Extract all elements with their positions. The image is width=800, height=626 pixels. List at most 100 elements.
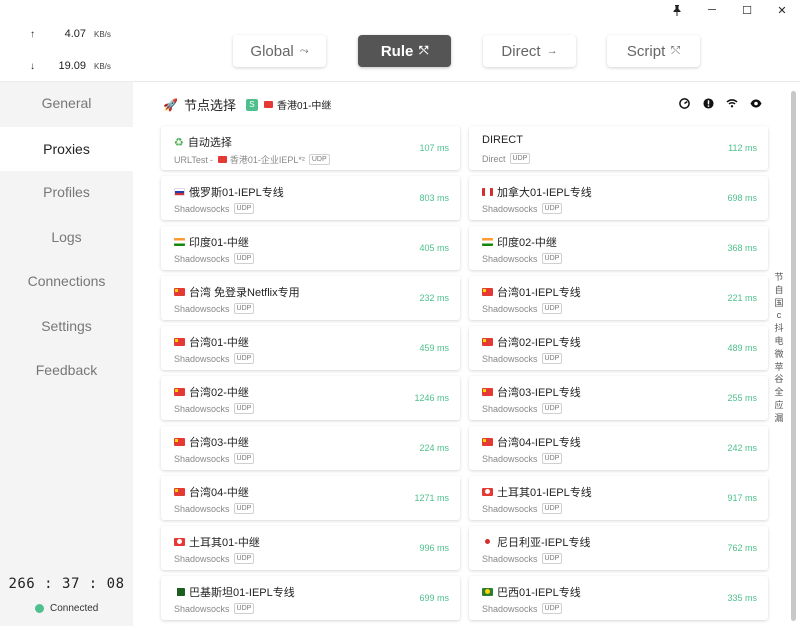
mode-rule-button[interactable]: Rule ⤲ xyxy=(358,35,451,67)
proxy-latency[interactable]: 255 ms xyxy=(727,393,757,403)
proxy-latency[interactable]: 232 ms xyxy=(419,293,449,303)
side-text-char: 全 xyxy=(774,387,784,398)
proxy-latency[interactable]: 107 ms xyxy=(419,143,449,153)
sidebar-item-settings[interactable]: Settings xyxy=(0,305,133,347)
proxy-card[interactable]: 台湾01-中继 Shadowsocks UDP 459 ms xyxy=(161,326,460,370)
download-value: 19.09 xyxy=(58,60,86,72)
scrollbar[interactable] xyxy=(791,91,796,621)
proxy-name: 台湾01-中继 xyxy=(189,337,249,349)
proxy-name-row: 土耳其01-中继 xyxy=(174,534,260,550)
title-bar: ─ ☐ ✕ xyxy=(0,0,800,20)
udp-badge: UDP xyxy=(233,203,255,214)
proxy-type: URLTest xyxy=(174,154,208,165)
proxy-meta: Shadowsocks UDP xyxy=(174,503,255,514)
proxy-card[interactable]: 土耳其01-IEPL专线 Shadowsocks UDP 917 ms xyxy=(469,476,768,520)
proxy-latency[interactable]: 489 ms xyxy=(727,343,757,353)
proxy-card[interactable]: 台湾03-中继 Shadowsocks UDP 224 ms xyxy=(161,426,460,470)
proxy-name: 巴西01-IEPL专线 xyxy=(497,587,581,599)
proxy-card[interactable]: 台湾04-IEPL专线 Shadowsocks UDP 242 ms xyxy=(469,426,768,470)
br-flag-icon xyxy=(482,588,493,596)
pk-flag-icon xyxy=(174,588,185,596)
proxy-card[interactable]: 土耳其01-中继 Shadowsocks UDP 996 ms xyxy=(161,526,460,570)
proxy-latency[interactable]: 699 ms xyxy=(419,593,449,603)
proxy-name-row: 台湾02-中继 xyxy=(174,384,249,400)
sidebar-item-profiles[interactable]: Profiles xyxy=(0,171,133,213)
proxy-card[interactable]: 尼日利亚-IEPL专线 Shadowsocks UDP 762 ms xyxy=(469,526,768,570)
proxy-name: 台湾04-中继 xyxy=(189,487,249,499)
proxy-latency[interactable]: 368 ms xyxy=(727,243,757,253)
udp-badge: UDP xyxy=(233,303,255,314)
proxy-card[interactable]: 台湾04-中继 Shadowsocks UDP 1271 ms xyxy=(161,476,460,520)
proxy-card[interactable]: 台湾02-中继 Shadowsocks UDP 1246 ms xyxy=(161,376,460,420)
proxy-card[interactable]: 巴基斯坦01-IEPL专线 Shadowsocks UDP 699 ms xyxy=(161,576,460,620)
proxy-card[interactable]: DIRECT Direct UDP 112 ms xyxy=(469,126,768,170)
proxy-meta: Shadowsocks UDP xyxy=(174,203,255,214)
proxy-name: 台湾04-IEPL专线 xyxy=(497,437,581,449)
proxy-meta: Shadowsocks UDP xyxy=(174,553,255,564)
proxy-card[interactable]: 台湾01-IEPL专线 Shadowsocks UDP 221 ms xyxy=(469,276,768,320)
minimize-button[interactable]: ─ xyxy=(695,0,729,20)
tr-flag-icon xyxy=(174,538,185,546)
wifi-icon[interactable] xyxy=(726,97,738,109)
proxy-type: Shadowsocks xyxy=(482,503,538,514)
proxy-name-row: ♻ 自动选择 xyxy=(174,134,232,150)
proxy-card[interactable]: 台湾02-IEPL专线 Shadowsocks UDP 489 ms xyxy=(469,326,768,370)
proxy-meta: Shadowsocks UDP xyxy=(482,603,563,614)
proxy-latency[interactable]: 112 ms xyxy=(728,143,757,153)
udp-badge: UDP xyxy=(233,453,255,464)
speedtest-icon[interactable] xyxy=(678,97,690,109)
proxy-name: 台湾02-中继 xyxy=(189,387,249,399)
udp-badge: UDP xyxy=(541,603,563,614)
proxy-latency[interactable]: 803 ms xyxy=(419,193,449,203)
proxy-card[interactable]: ♻ 自动选择 URLTest - 香港01-企业IEPL*² UDP 107 ms xyxy=(161,126,460,170)
pin-icon[interactable] xyxy=(660,0,694,20)
eye-icon[interactable] xyxy=(750,97,762,109)
maximize-button[interactable]: ☐ xyxy=(730,0,764,20)
proxy-latency[interactable]: 221 ms xyxy=(727,293,757,303)
proxy-name: 台湾01-IEPL专线 xyxy=(497,287,581,299)
proxy-latency[interactable]: 698 ms xyxy=(727,193,757,203)
ng-flag-icon xyxy=(482,538,493,546)
info-icon[interactable] xyxy=(702,97,714,109)
mode-global-label: Global xyxy=(250,42,294,60)
proxy-latency[interactable]: 762 ms xyxy=(727,543,757,553)
proxy-latency[interactable]: 1246 ms xyxy=(414,393,449,403)
proxy-card[interactable]: 台湾03-IEPL专线 Shadowsocks UDP 255 ms xyxy=(469,376,768,420)
proxy-latency[interactable]: 335 ms xyxy=(727,593,757,603)
proxy-type: Shadowsocks xyxy=(174,353,230,364)
proxy-name-row: 土耳其01-IEPL专线 xyxy=(482,484,592,500)
sidebar-item-proxies[interactable]: Proxies xyxy=(0,127,133,171)
tr-flag-icon xyxy=(482,488,493,496)
proxy-card[interactable]: 俄罗斯01-IEPL专线 Shadowsocks UDP 803 ms xyxy=(161,176,460,220)
proxy-latency[interactable]: 917 ms xyxy=(727,493,757,503)
proxy-type: Shadowsocks xyxy=(174,553,230,564)
proxy-latency[interactable]: 459 ms xyxy=(419,343,449,353)
ru-flag-icon xyxy=(174,188,185,196)
sidebar-item-general[interactable]: General xyxy=(0,82,133,124)
mode-direct-button[interactable]: Direct → xyxy=(483,35,576,67)
side-text-char: 自 xyxy=(774,284,784,295)
proxy-card[interactable]: 巴西01-IEPL专线 Shadowsocks UDP 335 ms xyxy=(469,576,768,620)
proxy-name: 俄罗斯01-IEPL专线 xyxy=(189,187,284,199)
proxy-name: 台湾 免登录Netflix专用 xyxy=(189,287,300,299)
proxy-card[interactable]: 印度02-中继 Shadowsocks UDP 368 ms xyxy=(469,226,768,270)
proxy-card[interactable]: 加拿大01-IEPL专线 Shadowsocks UDP 698 ms xyxy=(469,176,768,220)
proxy-latency[interactable]: 996 ms xyxy=(419,543,449,553)
mode-global-button[interactable]: Global ⤳ xyxy=(233,35,326,67)
udp-badge: UDP xyxy=(541,503,563,514)
proxy-card[interactable]: 台湾 免登录Netflix专用 Shadowsocks UDP 232 ms xyxy=(161,276,460,320)
proxy-group-header[interactable]: 🚀 节点选择 S 香港01-中继 xyxy=(163,95,331,114)
sidebar-item-logs[interactable]: Logs xyxy=(0,216,133,258)
proxy-latency[interactable]: 224 ms xyxy=(419,443,449,453)
close-button[interactable]: ✕ xyxy=(765,0,799,20)
proxy-latency[interactable]: 1271 ms xyxy=(414,493,449,503)
sidebar-item-connections[interactable]: Connections xyxy=(0,260,133,302)
proxy-latency[interactable]: 405 ms xyxy=(419,243,449,253)
mode-script-button[interactable]: Script ⤲ xyxy=(607,35,700,67)
sidebar-item-feedback[interactable]: Feedback xyxy=(0,349,133,391)
proxy-type: Shadowsocks xyxy=(174,453,230,464)
download-speed: ↓ 19.09 KB/s xyxy=(30,60,111,72)
proxy-latency[interactable]: 242 ms xyxy=(727,443,757,453)
udp-badge: UDP xyxy=(233,503,255,514)
proxy-card[interactable]: 印度01-中继 Shadowsocks UDP 405 ms xyxy=(161,226,460,270)
